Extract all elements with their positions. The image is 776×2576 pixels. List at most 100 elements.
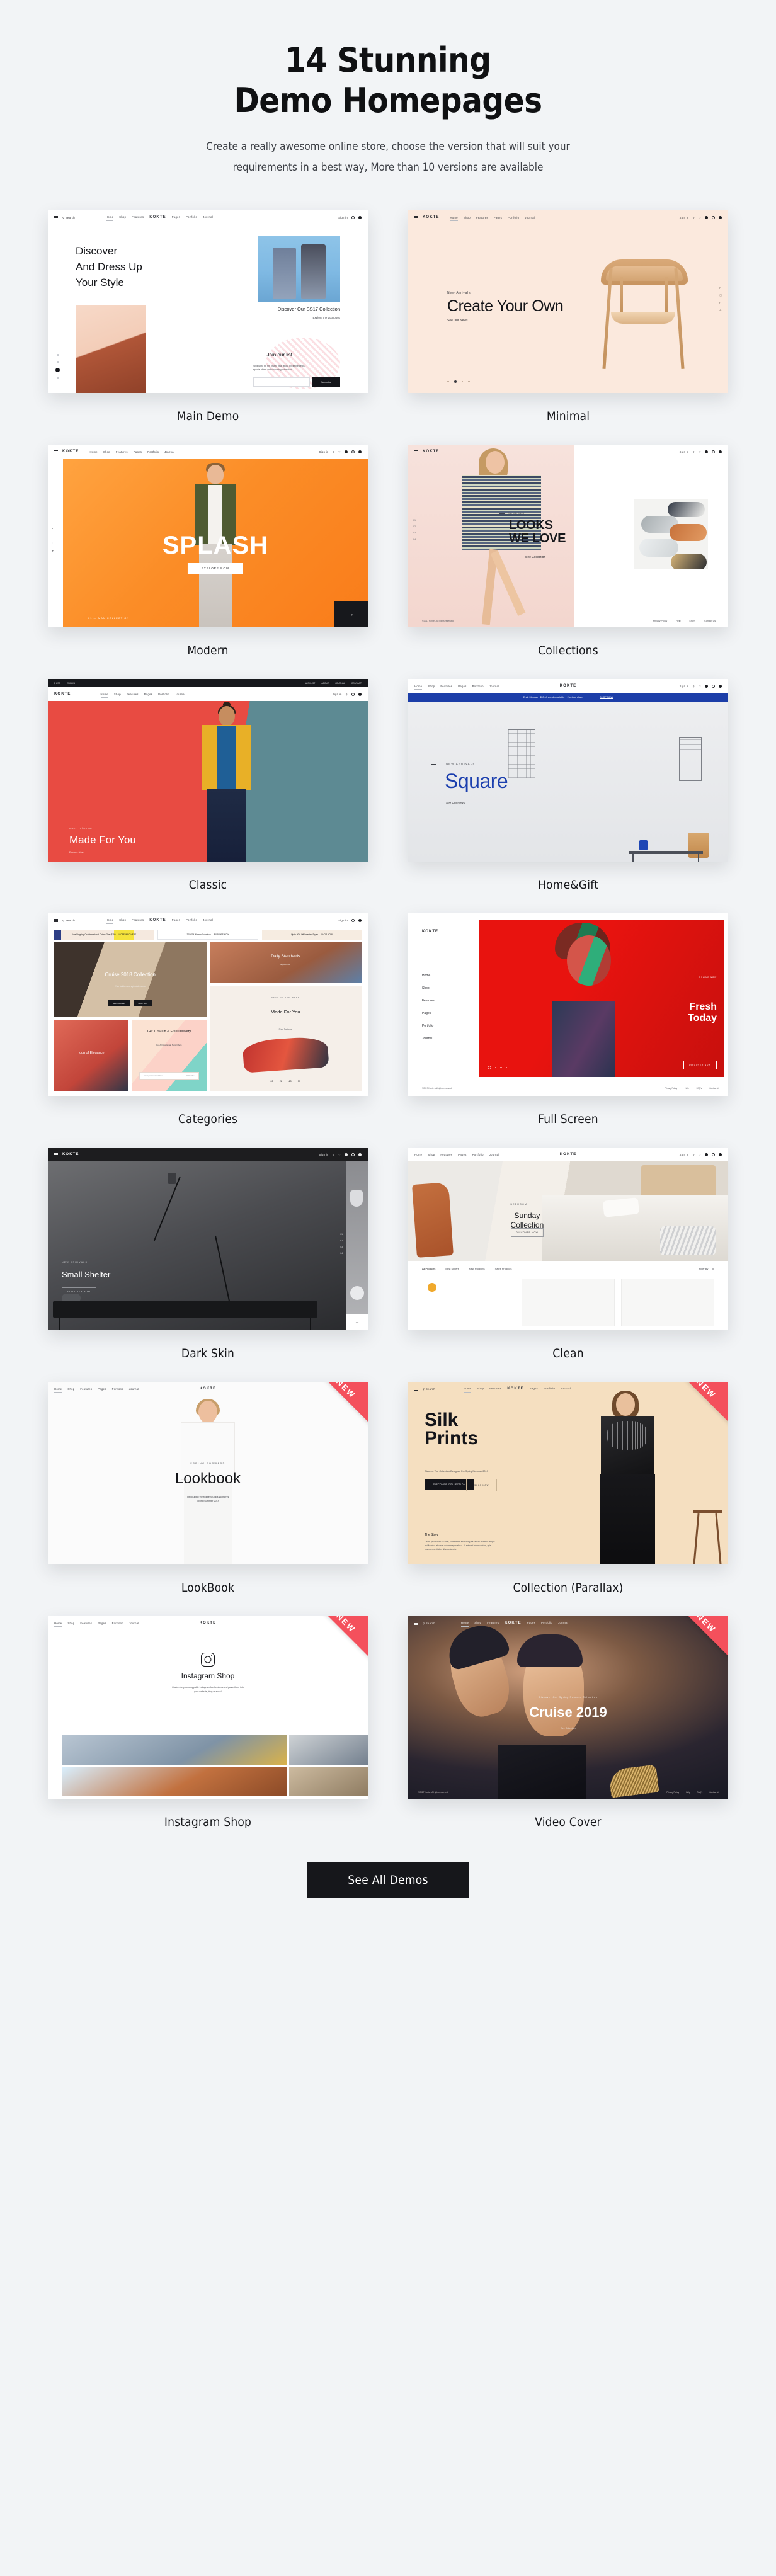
nav-shop[interactable]: Shop (103, 450, 110, 453)
header-actions[interactable]: Sign in ⚲ ♡ (680, 215, 722, 219)
demo-card-collection-parallax[interactable]: NEW ⚲ Search Home Shop Features KOKTE Pa… (408, 1382, 728, 1616)
slider-dots[interactable] (488, 1066, 508, 1070)
mini-nav[interactable]: Home Shop Features Pages Portfolio Journ… (54, 1388, 139, 1393)
nav-home[interactable]: Home (54, 1622, 62, 1627)
wishlist-icon[interactable]: ♡ (699, 216, 701, 219)
demo-card-home-gift[interactable]: Home Shop Features Pages Portfolio Journ… (408, 679, 728, 913)
search-input[interactable]: ⚲ Search (62, 216, 75, 219)
nav-home[interactable]: Home (100, 693, 109, 698)
nav-shop[interactable]: Shop (67, 1622, 74, 1625)
discover-button[interactable]: DISCOVER NOW (683, 1061, 717, 1070)
nav-journal[interactable]: Journal (422, 1037, 435, 1040)
demo-card-modern[interactable]: KOKTE Home Shop Features Pages Portfolio… (48, 445, 368, 679)
nav-shop[interactable]: Shop (428, 1153, 435, 1156)
nav-features[interactable]: Features (440, 685, 452, 688)
demo-card-classic[interactable]: $ USD ENGLISH WISHLIST ABOUT JOURNAL CON… (48, 679, 368, 913)
sign-in-link[interactable]: Sign in (680, 216, 689, 219)
cart-icon[interactable] (351, 1153, 355, 1156)
mini-nav[interactable]: Home Shop Features Pages Portfolio Journ… (414, 1153, 499, 1158)
cart-icon[interactable] (351, 918, 355, 922)
nav-portfolio[interactable]: Portfolio (186, 918, 197, 922)
search-icon[interactable]: ⚲ (333, 1153, 334, 1156)
nav-home[interactable]: Home (105, 215, 114, 222)
cart-icon[interactable] (351, 215, 355, 219)
hero-link[interactable]: See Our News (446, 801, 465, 807)
footer-nav[interactable]: Privacy Policy Help FAQ's Contact Us (666, 1791, 719, 1794)
sign-in-link[interactable]: Sign in (680, 450, 689, 453)
sign-in-link[interactable]: Sign in (319, 1153, 329, 1156)
social-links[interactable]: p ▢ f ✈ (52, 527, 54, 552)
demo-thumbnail-collection-parallax[interactable]: NEW ⚲ Search Home Shop Features KOKTE Pa… (408, 1382, 728, 1565)
mini-nav[interactable]: Home Shop Features Pages Portfolio Journ… (414, 685, 499, 690)
mini-nav[interactable]: Home Shop Features KOKTE Pages Portfolio… (460, 1621, 568, 1627)
nav-home[interactable]: Home (422, 974, 430, 977)
demo-thumbnail-collections[interactable]: KOKTE Sign in ⚲ ♡ SANDALS LOOKS WE LOVE … (408, 445, 728, 628)
hero-link[interactable]: See Collection (525, 556, 546, 562)
explore-button[interactable]: EXPLORE NOW (187, 563, 244, 574)
sign-in-link[interactable]: Sign in (680, 685, 689, 688)
footer-link-help[interactable]: Help (676, 620, 680, 622)
link-wishlist[interactable]: WISHLIST (305, 682, 315, 685)
nav-pages[interactable]: Pages (98, 1388, 106, 1391)
demo-thumbnail-video-cover[interactable]: NEW ⚲ Search Home Shop Features KOKTE Pa… (408, 1616, 728, 1799)
nav-features[interactable]: Features (116, 450, 128, 453)
mini-nav[interactable]: Home Shop Features Pages Portfolio Journ… (89, 450, 175, 455)
nav-features[interactable]: Features (127, 693, 139, 696)
next-slide-button[interactable]: → (346, 1314, 368, 1331)
link-about[interactable]: ABOUT (321, 682, 329, 685)
demo-thumbnail-instagram-shop[interactable]: NEW Home Shop Features Pages Portfolio J… (48, 1616, 368, 1799)
nav-features[interactable]: Features (440, 1153, 452, 1156)
wishlist-icon[interactable]: ♡ (338, 1153, 341, 1156)
menu-icon[interactable] (414, 1621, 418, 1625)
search-input[interactable]: ⚲ Search (423, 1622, 435, 1625)
cart-icon[interactable] (712, 684, 715, 688)
nav-portfolio[interactable]: Portfolio (422, 1024, 435, 1028)
search-icon[interactable]: ⚲ (333, 450, 334, 453)
search-icon[interactable]: ⚲ (693, 216, 695, 219)
see-all-demos-button[interactable]: See All Demos (307, 1862, 469, 1899)
demo-thumbnail-lookbook[interactable]: NEW Home Shop Features Pages Portfolio J… (48, 1382, 368, 1565)
sign-in-link[interactable]: Sign in (338, 216, 348, 219)
footer-nav[interactable]: Privacy Policy Help FAQ's Contact Us (653, 620, 716, 622)
cart-icon[interactable] (351, 450, 355, 453)
demo-thumbnail-home-gift[interactable]: Home Shop Features Pages Portfolio Journ… (408, 679, 728, 862)
nav-journal[interactable]: Journal (129, 1388, 139, 1391)
cart-icon[interactable] (712, 215, 715, 219)
nav-journal[interactable]: Journal (203, 918, 213, 922)
demo-card-full-screen[interactable]: KOKTE Home Shop Features Pages Portfolio… (408, 913, 728, 1148)
feed-image[interactable] (62, 1766, 287, 1797)
email-field[interactable] (253, 377, 310, 387)
nav-home[interactable]: Home (414, 1153, 423, 1158)
subscribe-button[interactable]: Subscribe (312, 377, 340, 387)
slide-numbers[interactable]: 01 02 03 04 (413, 519, 416, 540)
utility-links[interactable]: WISHLIST ABOUT JOURNAL CONTACT (305, 682, 362, 685)
sign-in-link[interactable]: Sign in (333, 693, 342, 696)
nav-shop[interactable]: Shop (119, 215, 126, 219)
sign-in-link[interactable]: Sign in (319, 450, 329, 453)
slider-dots[interactable] (447, 380, 470, 384)
nav-pages[interactable]: Pages (144, 693, 152, 696)
demo-thumbnail-main-demo[interactable]: ⚲ Search Home Shop Features KOKTE Pages … (48, 210, 368, 394)
wishlist-icon[interactable]: ♡ (699, 1153, 701, 1156)
social-links[interactable]: p ▢ f ✈ (719, 286, 722, 312)
mini-nav[interactable]: Home Shop Features Pages Portfolio Journ… (54, 1622, 139, 1627)
nav-features[interactable]: Features (80, 1622, 92, 1625)
mini-nav[interactable]: Home Shop Features Pages Portfolio Journ… (100, 693, 186, 698)
wishlist-icon[interactable]: ♡ (338, 450, 341, 453)
email-field[interactable]: Enter your email address Subscribe (139, 1071, 199, 1080)
cart-icon[interactable] (712, 450, 715, 453)
promo-tile-2[interactable]: 20% Off Women Collection EXPLORE NOW (157, 930, 258, 940)
nav-portfolio[interactable]: Portfolio (112, 1622, 123, 1625)
footer-link-contact[interactable]: Contact Us (704, 620, 716, 622)
nav-home[interactable]: Home (105, 918, 114, 925)
mosaic-tile-newsletter[interactable]: Get 10% Off & Free Delivery For All New … (132, 1020, 207, 1091)
demo-card-main-demo[interactable]: ⚲ Search Home Shop Features KOKTE Pages … (48, 210, 368, 445)
wishlist-icon[interactable]: ♡ (699, 450, 701, 453)
footer-link-faq[interactable]: FAQ's (690, 620, 696, 622)
nav-journal[interactable]: Journal (489, 685, 499, 688)
link-contact[interactable]: CONTACT (351, 682, 362, 685)
search-icon[interactable]: ⚲ (693, 1153, 695, 1156)
demo-card-categories[interactable]: ⚲ Search Home Shop Features KOKTE Pages … (48, 913, 368, 1148)
shop-now-button[interactable]: SHOP NOW (466, 1479, 498, 1492)
product-tabs[interactable]: All Products Best Sellers New Products S… (422, 1267, 512, 1273)
